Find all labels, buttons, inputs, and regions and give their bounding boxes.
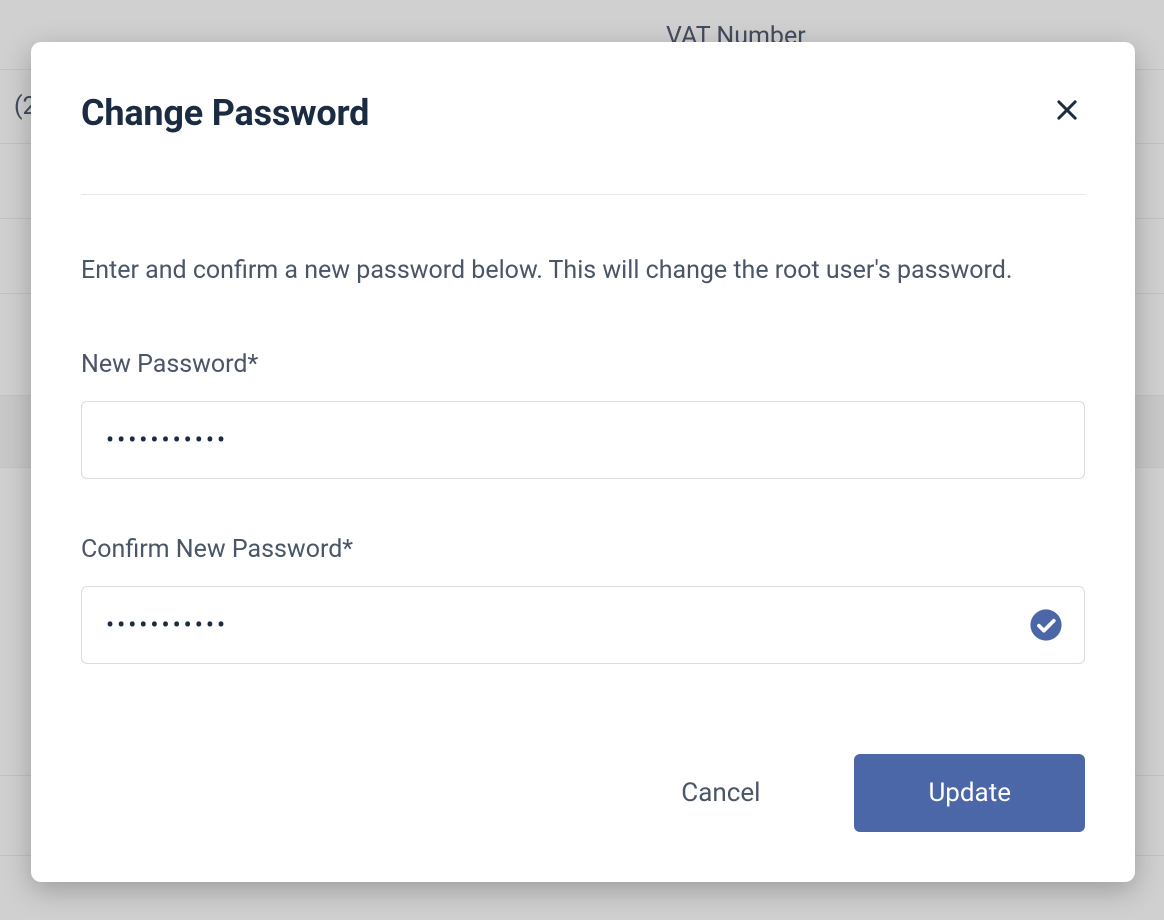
- confirm-password-field-group: Confirm New Password*: [81, 535, 1085, 664]
- check-circle-icon: [1029, 608, 1063, 642]
- new-password-label: New Password*: [81, 350, 1085, 379]
- close-icon: [1053, 96, 1081, 127]
- close-button[interactable]: [1049, 92, 1085, 131]
- confirm-password-input-wrapper: [81, 586, 1085, 664]
- modal-description: Enter and confirm a new password below. …: [81, 253, 1085, 288]
- modal-title: Change Password: [81, 92, 369, 134]
- confirm-password-label: Confirm New Password*: [81, 535, 1085, 564]
- new-password-input-wrapper: [81, 401, 1085, 479]
- modal-header: Change Password: [81, 92, 1085, 134]
- modal-footer: Cancel Update: [81, 754, 1085, 832]
- confirm-password-input[interactable]: [81, 586, 1085, 664]
- change-password-modal: Change Password Enter and confirm a new …: [31, 42, 1135, 882]
- new-password-field-group: New Password*: [81, 350, 1085, 479]
- divider: [81, 194, 1085, 195]
- cancel-button[interactable]: Cancel: [647, 754, 794, 832]
- new-password-input[interactable]: [81, 401, 1085, 479]
- update-button[interactable]: Update: [854, 754, 1085, 832]
